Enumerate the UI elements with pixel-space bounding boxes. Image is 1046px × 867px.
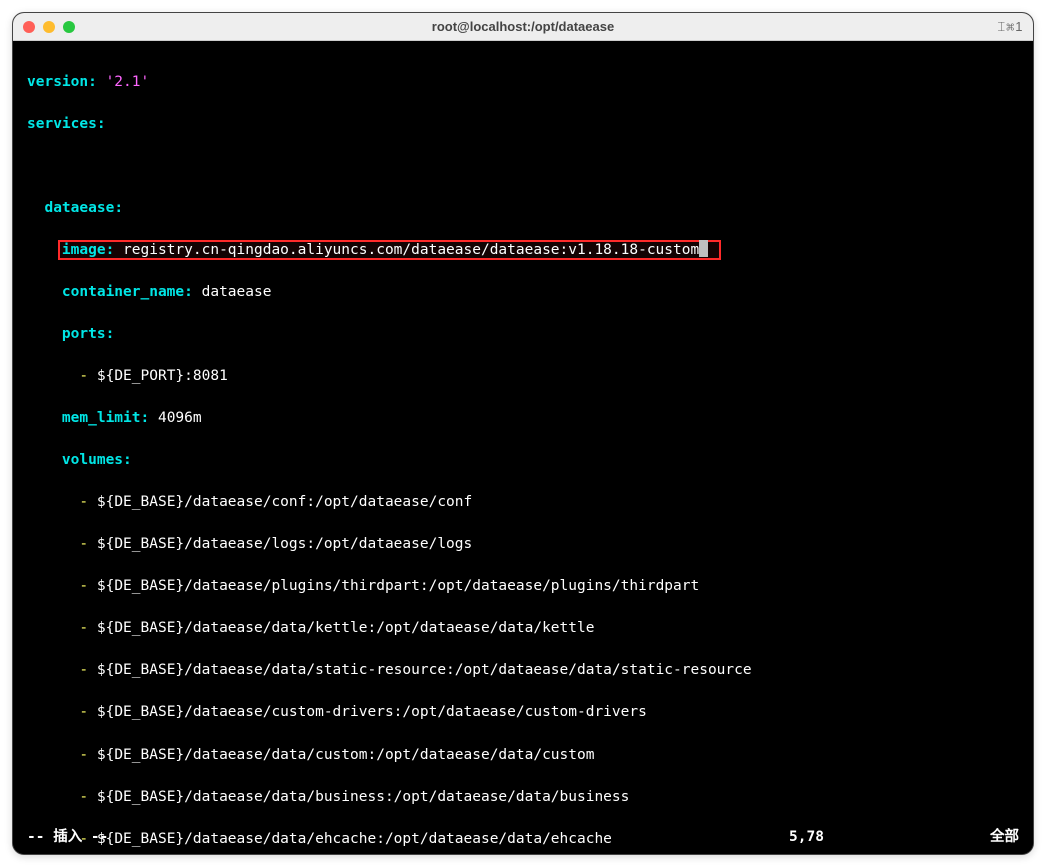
terminal-body[interactable]: version: '2.1' services: dataease: image… [13, 41, 1033, 854]
window-shortcut: ⌶⌘1 [997, 19, 1023, 35]
minimize-icon[interactable] [43, 21, 55, 33]
highlight-image-line: image: registry.cn-qingdao.aliyuncs.com/… [58, 240, 721, 260]
yaml-service-name: dataease [44, 200, 114, 216]
traffic-lights [23, 21, 75, 33]
yaml-volume-item: ${DE_BASE}/dataease/logs:/opt/dataease/l… [97, 536, 472, 552]
yaml-val-container-name: dataease [202, 284, 272, 300]
yaml-key-version: version [27, 74, 88, 90]
vim-mode: -- 插入 -- [27, 827, 789, 848]
yaml-key-services: services [27, 116, 97, 132]
yaml-key-container-name: container_name [62, 284, 184, 300]
close-icon[interactable] [23, 21, 35, 33]
yaml-volume-item: ${DE_BASE}/dataease/conf:/opt/dataease/c… [97, 494, 472, 510]
yaml-key-image: image [62, 242, 106, 258]
yaml-val-image: registry.cn-qingdao.aliyuncs.com/dataeas… [123, 242, 699, 258]
titlebar: root@localhost:/opt/dataease ⌶⌘1 [13, 13, 1033, 41]
vim-statusline: -- 插入 -- 5,78 全部 [27, 827, 1019, 848]
terminal-window: root@localhost:/opt/dataease ⌶⌘1 version… [12, 12, 1034, 855]
window-title: root@localhost:/opt/dataease [13, 19, 1033, 34]
vim-percent: 全部 [949, 827, 1019, 848]
yaml-key-ports: ports [62, 326, 106, 342]
yaml-volume-item: ${DE_BASE}/dataease/data/kettle:/opt/dat… [97, 620, 595, 636]
yaml-volume-item: ${DE_BASE}/dataease/data/static-resource… [97, 662, 752, 678]
yaml-volume-item: ${DE_BASE}/dataease/data/custom:/opt/dat… [97, 747, 595, 763]
yaml-volume-item: ${DE_BASE}/dataease/plugins/thirdpart:/o… [97, 578, 699, 594]
zoom-icon[interactable] [63, 21, 75, 33]
yaml-port-item: ${DE_PORT}:8081 [97, 368, 228, 384]
yaml-volume-item: ${DE_BASE}/dataease/data/business:/opt/d… [97, 789, 630, 805]
yaml-volume-item: ${DE_BASE}/dataease/custom-drivers:/opt/… [97, 704, 647, 720]
yaml-val-memlimit: 4096m [158, 410, 202, 426]
vim-position: 5,78 [789, 827, 949, 848]
cursor-icon [699, 240, 708, 257]
yaml-key-volumes: volumes [62, 452, 123, 468]
yaml-key-memlimit: mem_limit [62, 410, 141, 426]
yaml-val-version: '2.1' [106, 74, 150, 90]
